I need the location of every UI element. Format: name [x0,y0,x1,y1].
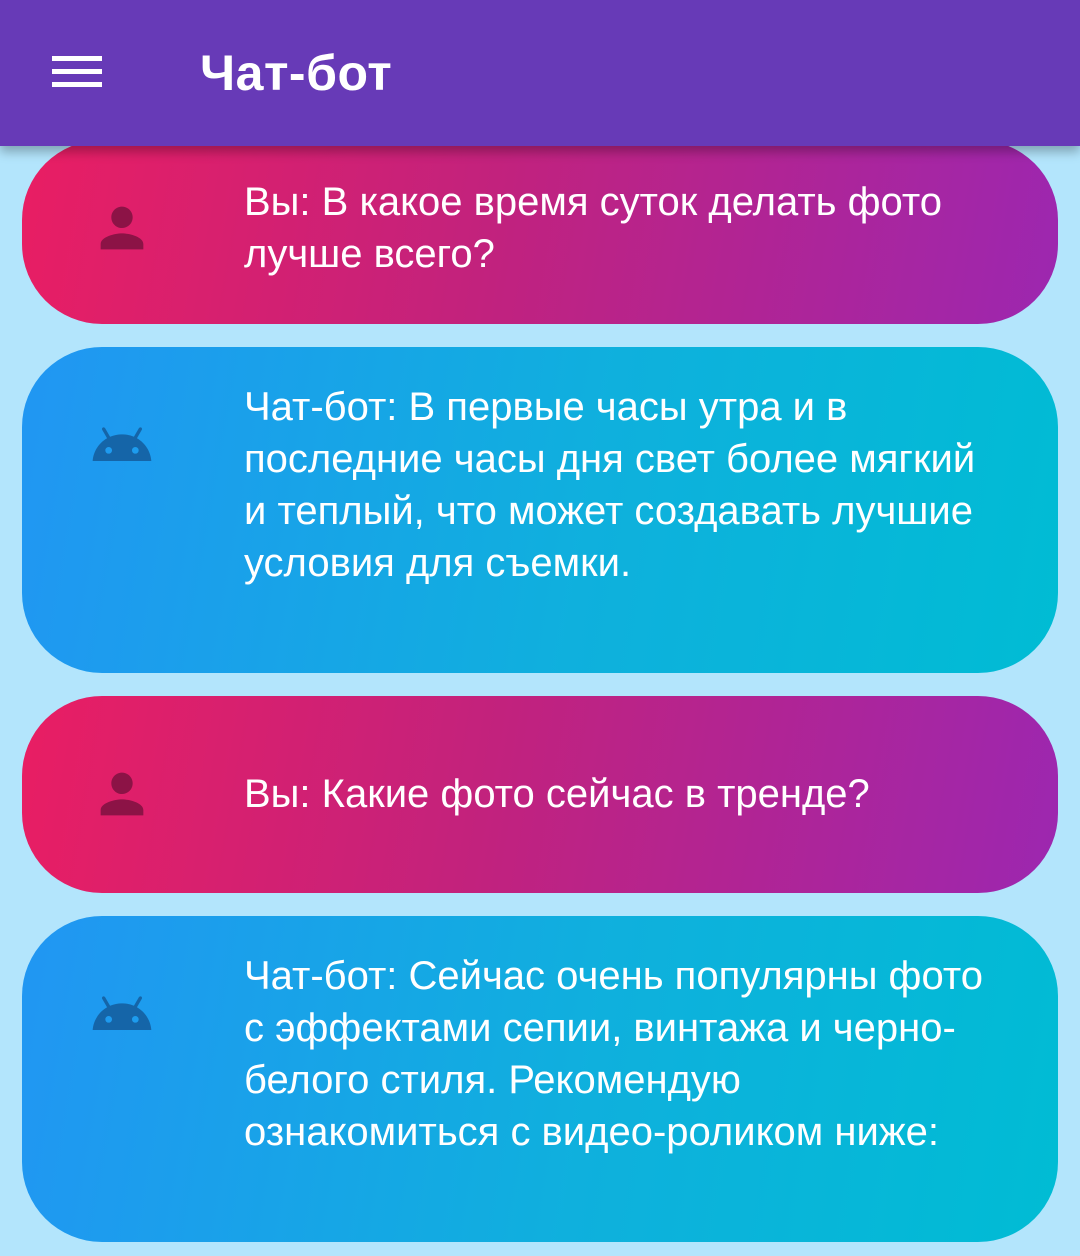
user-message: Вы: В какое время суток делать фото лучш… [22,140,1058,324]
user-message: Вы: Какие фото сейчас в тренде? [22,696,1058,893]
message-text: Чат-бот: Сейчас очень популярны фото с э… [244,954,983,1154]
page-title: Чат-бот [200,45,393,101]
person-icon [90,196,154,260]
hamburger-menu-icon[interactable] [52,53,102,89]
android-icon [90,982,154,1046]
person-icon [90,762,154,826]
menu-line [52,82,102,87]
menu-line [52,56,102,61]
android-icon [90,413,154,477]
bot-message: Чат-бот: В первые часы утра и в последни… [22,347,1058,673]
chat-screen: Чат-бот Вы: В какое время суток делать ф… [0,0,1080,1256]
message-text: Чат-бот: В первые часы утра и в последни… [244,385,976,585]
message-text: Вы: В какое время суток делать фото лучш… [244,180,943,276]
bot-message: Чат-бот: Сейчас очень популярны фото с э… [22,916,1058,1242]
app-bar: Чат-бот [0,0,1080,146]
menu-line [52,69,102,74]
message-text: Вы: Какие фото сейчас в тренде? [244,772,870,816]
